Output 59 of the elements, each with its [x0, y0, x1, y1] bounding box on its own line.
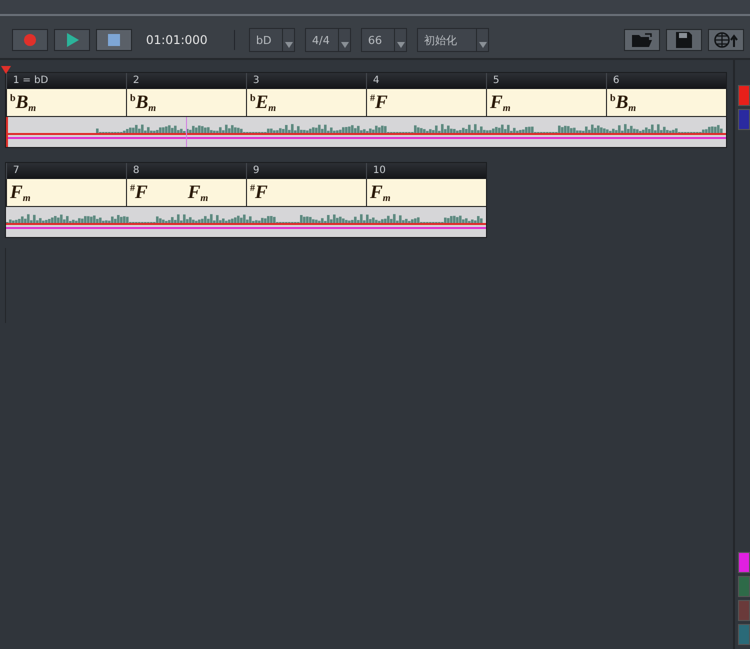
- globe-upload-icon: [714, 32, 738, 48]
- chord-cell[interactable]: $^{b}$B$_{m}$: [126, 89, 246, 117]
- record-icon: [23, 33, 37, 47]
- measure-number: 8: [133, 165, 140, 176]
- track-color-swatch[interactable]: [738, 552, 750, 573]
- chord-symbol: $^{b}$B$_{m}$: [610, 92, 636, 114]
- save-button[interactable]: [666, 29, 702, 51]
- dropdown[interactable]: 4/4: [305, 28, 351, 52]
- track-color-swatch[interactable]: [738, 85, 750, 106]
- measure-number: 3: [253, 75, 260, 86]
- measure-number: 5: [493, 75, 500, 86]
- caret-icon: [284, 42, 292, 48]
- chord-symbol: $^{b}$B$_{m}$: [130, 92, 156, 114]
- save-icon: [676, 32, 692, 48]
- record-button[interactable]: [12, 29, 48, 51]
- folder-icon: [631, 32, 653, 48]
- chord-cell[interactable]: $^{b}$B$_{m}$: [606, 89, 726, 117]
- measure-number: 4: [373, 75, 380, 86]
- chord-cell[interactable]: $^{b}$B$_{m}$: [6, 89, 126, 117]
- stop-button[interactable]: [96, 29, 132, 51]
- dropdown[interactable]: 初始化: [417, 28, 489, 52]
- chord-symbol: $^{b}$B$_{m}$: [10, 92, 36, 114]
- play-icon: [65, 33, 79, 47]
- chord-symbol: F$_{m}$: [490, 92, 510, 114]
- caret-icon: [478, 42, 486, 48]
- measure-number: 7: [13, 165, 20, 176]
- playhead-marker[interactable]: [1, 66, 11, 74]
- track-color-swatch[interactable]: [738, 600, 750, 621]
- chord-cell[interactable]: F$_{m}$: [486, 89, 606, 117]
- chord-symbol: $^{#}$F: [250, 182, 268, 204]
- chord-symbol: $^{b}$E$_{m}$: [250, 92, 276, 114]
- stop-icon: [107, 33, 121, 47]
- chord-cell[interactable]: $^{#}$F F$_{m}$: [126, 179, 246, 207]
- globe-upload-button[interactable]: [708, 29, 744, 51]
- dropdown[interactable]: bD: [249, 28, 295, 52]
- open-folder-button[interactable]: [624, 29, 660, 51]
- measure-number: 2: [133, 75, 140, 86]
- measure-number: 1 = bD: [13, 75, 48, 86]
- measure-number: 10: [373, 165, 386, 176]
- track-color-swatch[interactable]: [738, 624, 750, 645]
- chord-symbol: $^{#}$F: [370, 92, 388, 114]
- chord-symbol: $^{#}$F: [130, 182, 148, 204]
- chord-cell[interactable]: F$_{m}$: [6, 179, 126, 207]
- chord-symbol: F$_{m}$: [10, 182, 30, 204]
- caret-icon: [340, 42, 348, 48]
- chord-symbol: F$_{m}$: [188, 182, 208, 204]
- track-color-swatch[interactable]: [738, 109, 750, 130]
- chord-cell[interactable]: $^{b}$E$_{m}$: [246, 89, 366, 117]
- play-button[interactable]: [54, 29, 90, 51]
- chord-cell[interactable]: $^{#}$F: [366, 89, 486, 117]
- measure-number: 6: [613, 75, 620, 86]
- caret-icon: [396, 42, 404, 48]
- chord-symbol: F$_{m}$: [370, 182, 390, 204]
- chord-cell[interactable]: $^{#}$F: [246, 179, 366, 207]
- measure-number: 9: [253, 165, 260, 176]
- time-display: 01:01:000: [146, 33, 209, 47]
- track-color-swatch[interactable]: [738, 576, 750, 597]
- chord-cell[interactable]: F$_{m}$: [366, 179, 486, 207]
- dropdown[interactable]: 66: [361, 28, 407, 52]
